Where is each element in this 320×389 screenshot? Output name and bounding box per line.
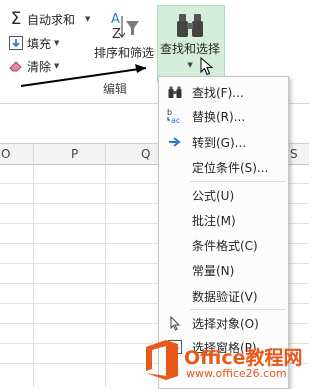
watermark-title: Office教程网 <box>184 347 303 369</box>
menu-item-constants[interactable]: 常量(N) <box>159 258 288 282</box>
menu-item-replace[interactable]: b ac 替换(R)... <box>159 104 288 128</box>
menu-item-find[interactable]: 查找(F)... <box>159 80 288 104</box>
watermark-url: www.office26.com <box>186 367 287 380</box>
menu-separator <box>190 309 286 310</box>
menu-item-label: 条件格式(C) <box>192 238 258 253</box>
menu-item-label: 常量(N) <box>192 263 235 278</box>
menu-item-label: 定位条件(S)... <box>192 160 269 175</box>
menu-item-select-objects[interactable]: 选择对象(O) <box>159 311 288 335</box>
menu-item-conditional-formatting[interactable]: 条件格式(C) <box>159 233 288 257</box>
menu-item-label: 替换(R)... <box>192 109 246 124</box>
menu-item-formulas[interactable]: 公式(U) <box>159 183 288 207</box>
menu-item-goto[interactable]: 转到(G)... <box>159 130 288 154</box>
menu-item-label: 查找(F)... <box>192 85 244 100</box>
menu-item-goto-special[interactable]: 定位条件(S)... <box>159 155 288 179</box>
menu-separator <box>190 181 286 182</box>
menu-item-label: 选择对象(O) <box>192 316 259 331</box>
replace-icon: b ac <box>167 108 183 124</box>
svg-text:ac: ac <box>171 116 180 124</box>
menu-item-label: 数据验证(V) <box>192 289 258 304</box>
watermark: Office教程网 www.office26.com <box>140 334 309 387</box>
arrow-right-icon <box>167 134 183 150</box>
column-header-p[interactable]: P <box>71 147 78 161</box>
menu-item-data-validation[interactable]: 数据验证(V) <box>159 284 288 308</box>
office-logo-icon <box>146 340 178 380</box>
column-header-s[interactable]: S <box>290 147 298 161</box>
menu-item-label: 公式(U) <box>192 188 235 203</box>
menu-item-label: 批注(M) <box>192 213 236 228</box>
menu-item-label: 转到(G)... <box>192 135 247 150</box>
binoculars-icon <box>167 84 183 100</box>
select-objects-icon <box>167 315 183 331</box>
grid-column-line <box>33 143 34 387</box>
column-header-o[interactable]: O <box>1 147 10 161</box>
column-header-q[interactable]: Q <box>141 147 150 161</box>
grid-column-line <box>105 143 106 387</box>
menu-item-comments[interactable]: 批注(M) <box>159 208 288 232</box>
